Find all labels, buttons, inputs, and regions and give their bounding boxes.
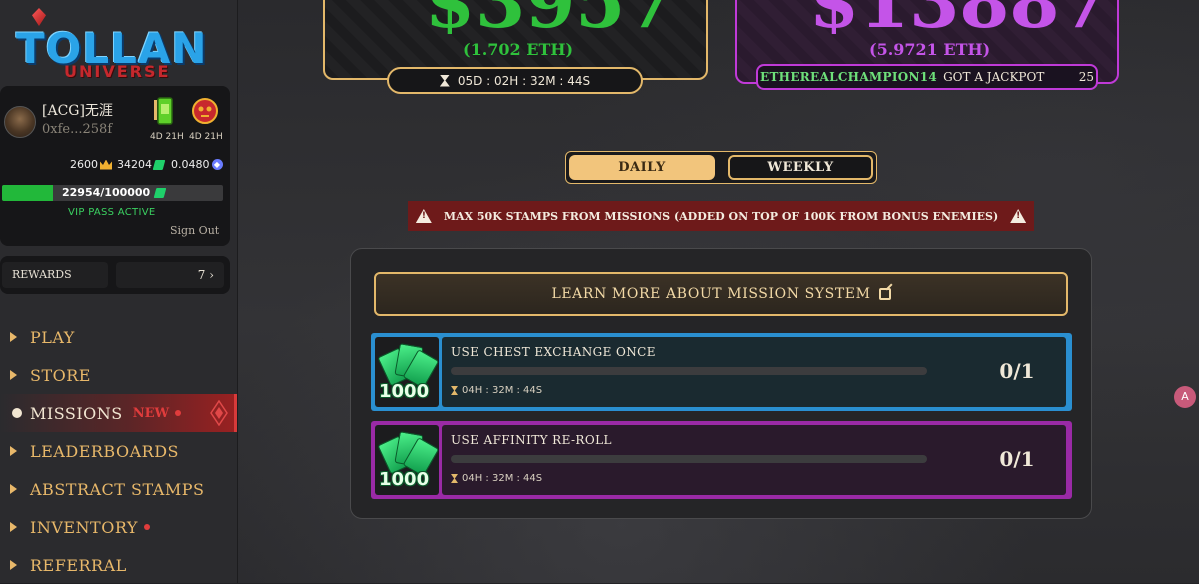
mission-reward: 1000 bbox=[375, 337, 439, 407]
chevron-right-icon bbox=[10, 522, 17, 532]
stamp-progress-text: 22954/100000 bbox=[62, 186, 151, 199]
mission-title: USE AFFINITY RE-ROLL bbox=[451, 433, 612, 447]
nav-item-inventory[interactable]: INVENTORY bbox=[0, 508, 237, 546]
crown-icon bbox=[100, 159, 112, 170]
nav-item-leaderboards[interactable]: LEADERBOARDS bbox=[0, 432, 237, 470]
mission-reward-amount: 1000 bbox=[379, 381, 430, 402]
notification-dot bbox=[143, 524, 150, 530]
mission-reward: 1000 bbox=[375, 425, 439, 495]
new-badge: NEW bbox=[132, 405, 170, 421]
nav-label: INVENTORY bbox=[30, 517, 138, 537]
logo[interactable]: TOLLAN UNIVERSE bbox=[14, 6, 214, 82]
mission-progress-count: 0/1 bbox=[999, 359, 1035, 383]
profile-card: [ACG]无涯 0xfe...258f 4D 21H 4D 21H 2600 3… bbox=[0, 86, 230, 246]
stamp-progress-fill bbox=[2, 185, 53, 201]
mission-timer: 04H : 32M : 44S bbox=[451, 385, 542, 396]
tab-daily[interactable]: DAILY bbox=[569, 155, 715, 180]
main-jackpot-amount: $13887 bbox=[809, 0, 1110, 34]
mission-period-tabs: DAILY WEEKLY bbox=[565, 151, 877, 184]
nav-label: LEADERBOARDS bbox=[30, 441, 179, 461]
weekly-jackpot-amount: $3957 bbox=[425, 0, 676, 34]
mission-timer-text: 04H : 32M : 44S bbox=[462, 385, 543, 396]
jackpot-winner-ticker: ETHEREALCHAMPION14 GOT A JACKPOT 25 bbox=[756, 64, 1098, 90]
tribal-emblem-icon bbox=[210, 400, 228, 426]
countdown-text: 05D : 02H : 32M : 44S bbox=[457, 73, 591, 88]
hourglass-icon bbox=[439, 74, 450, 87]
vip-status: VIP PASS ACTIVE bbox=[68, 207, 156, 218]
external-link-icon bbox=[878, 288, 891, 300]
stamp-count: 34204 bbox=[117, 158, 152, 171]
eth-icon: ◆ bbox=[211, 159, 223, 170]
mission-title: USE CHEST EXCHANGE ONCE bbox=[451, 345, 656, 359]
winner-name: ETHEREALCHAMPION14 bbox=[760, 70, 938, 84]
translate-button[interactable]: A bbox=[1174, 386, 1196, 408]
hourglass-icon bbox=[451, 474, 458, 483]
crown-stat: 2600 bbox=[70, 158, 112, 171]
stamp-stat: 34204 bbox=[117, 158, 166, 171]
rewards-count[interactable]: 7 › bbox=[116, 262, 224, 288]
eth-balance: 0.0480 bbox=[171, 158, 210, 171]
weekly-jackpot-eth: (1.702 ETH) bbox=[463, 40, 574, 59]
winner-message: GOT A JACKPOT bbox=[943, 70, 1045, 84]
avatar[interactable] bbox=[4, 106, 36, 138]
nav-item-store[interactable]: STORE bbox=[0, 356, 237, 394]
warning-icon bbox=[415, 209, 432, 223]
nav-label: STORE bbox=[30, 365, 91, 385]
mission-body: USE CHEST EXCHANGE ONCE 04H : 32M : 44S … bbox=[442, 337, 1066, 407]
rewards-card[interactable]: REWARDS 7 › bbox=[0, 256, 230, 294]
stamp-icon bbox=[152, 159, 166, 170]
eth-stat: 0.0480 ◆ bbox=[171, 158, 223, 171]
user-name: [ACG]无涯 bbox=[42, 103, 113, 119]
rewards-label: REWARDS bbox=[2, 262, 108, 288]
chevron-right-icon bbox=[10, 560, 17, 570]
nav-label: MISSIONS bbox=[30, 403, 123, 423]
crown-count: 2600 bbox=[70, 158, 98, 171]
mission-progress-bar bbox=[451, 367, 927, 375]
tab-weekly[interactable]: WEEKLY bbox=[728, 155, 873, 180]
winner-count: 25 bbox=[1078, 70, 1094, 84]
mission-progress-count: 0/1 bbox=[999, 447, 1035, 471]
learn-more-button[interactable]: LEARN MORE ABOUT MISSION SYSTEM bbox=[374, 272, 1068, 316]
notification-dot bbox=[175, 410, 182, 416]
nav-item-missions[interactable]: MISSIONS NEW bbox=[0, 394, 237, 432]
nav-item-play[interactable]: PLAY bbox=[0, 318, 237, 356]
chevron-right-icon bbox=[10, 484, 17, 494]
hourglass-icon bbox=[451, 386, 458, 395]
learn-more-label: LEARN MORE ABOUT MISSION SYSTEM bbox=[551, 286, 871, 302]
mission-reward-amount: 1000 bbox=[379, 469, 430, 490]
mission-card: 1000 USE AFFINITY RE-ROLL 04H : 32M : 44… bbox=[371, 421, 1072, 499]
red-mask-badge-icon[interactable] bbox=[190, 96, 220, 126]
mission-timer: 04H : 32M : 44S bbox=[451, 473, 542, 484]
stamp-icon bbox=[153, 187, 167, 198]
sidebar: TOLLAN UNIVERSE [ACG]无涯 0xfe...258f 4D 2… bbox=[0, 0, 238, 583]
mission-timer-text: 04H : 32M : 44S bbox=[462, 473, 543, 484]
nav-label: PLAY bbox=[30, 327, 75, 347]
mission-card: 1000 USE CHEST EXCHANGE ONCE 04H : 32M :… bbox=[371, 333, 1072, 411]
stamp-progress-bar: 22954/100000 bbox=[2, 185, 223, 201]
chevron-right-icon bbox=[10, 446, 17, 456]
mission-cap-warning: MAX 50K STAMPS FROM MISSIONS (ADDED ON T… bbox=[408, 201, 1034, 231]
main-jackpot-eth: (5.9721 ETH) bbox=[869, 40, 991, 59]
wallet-address[interactable]: 0xfe...258f bbox=[42, 122, 112, 137]
warning-icon bbox=[1010, 209, 1027, 223]
active-dot-icon bbox=[12, 408, 22, 418]
mission-body: USE AFFINITY RE-ROLL 04H : 32M : 44S 0/1 bbox=[442, 425, 1066, 495]
nav-label: ABSTRACT STAMPS bbox=[30, 479, 205, 499]
badge-timer: 4D 21H bbox=[150, 132, 184, 142]
mission-progress-bar bbox=[451, 455, 927, 463]
nav-item-referral[interactable]: REFERRAL bbox=[0, 546, 237, 584]
nav-item-abstract-stamps[interactable]: ABSTRACT STAMPS bbox=[0, 470, 237, 508]
green-banner-badge-icon[interactable] bbox=[150, 96, 180, 126]
warning-text: MAX 50K STAMPS FROM MISSIONS (ADDED ON T… bbox=[443, 209, 999, 223]
chevron-right-icon bbox=[10, 332, 17, 342]
badge-timer: 4D 21H bbox=[189, 132, 223, 142]
jackpot-countdown: 05D : 02H : 32M : 44S bbox=[387, 67, 643, 94]
nav-label: REFERRAL bbox=[30, 555, 127, 575]
sign-out-link[interactable]: Sign Out bbox=[170, 224, 219, 237]
logo-subtitle: UNIVERSE bbox=[64, 62, 171, 81]
chevron-right-icon bbox=[10, 370, 17, 380]
